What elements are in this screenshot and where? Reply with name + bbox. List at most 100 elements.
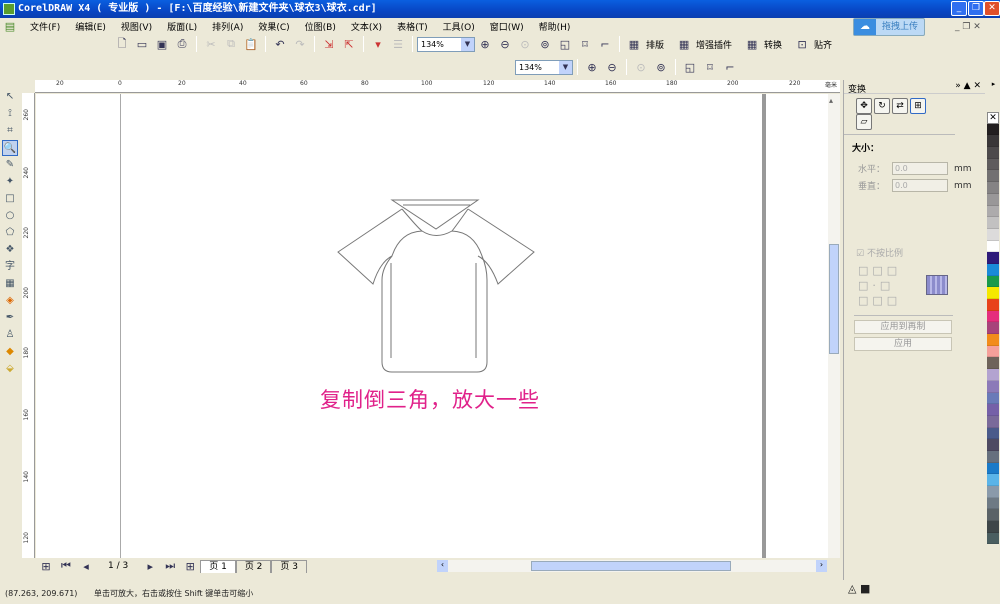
color-swatch[interactable] — [987, 533, 999, 545]
zoom-width-icon[interactable]: ⌑ — [577, 36, 593, 52]
rectangle-tool-icon[interactable]: □ — [2, 191, 18, 207]
color-swatch[interactable] — [987, 486, 999, 498]
prev-page-icon[interactable]: ◂ — [78, 558, 94, 574]
color-swatch[interactable] — [987, 299, 999, 311]
polygon-tool-icon[interactable]: ⬠ — [2, 225, 18, 241]
color-swatch[interactable] — [987, 346, 999, 358]
zoom-page-icon[interactable]: ◱ — [557, 36, 573, 52]
plugin-typeset[interactable]: 排版 — [646, 38, 664, 51]
vertical-field[interactable]: 0.0 — [892, 179, 948, 192]
table-tool-icon[interactable]: ▦ — [2, 276, 18, 292]
palette-scroll-icon[interactable]: ▸ — [987, 80, 1000, 90]
last-page-icon[interactable]: ⏭ — [162, 558, 178, 574]
zoom-all-icon[interactable]: ⊚ — [653, 59, 669, 75]
no-color-swatch[interactable]: ✕ — [987, 112, 999, 124]
scale-mirror-icon[interactable]: ⇄ — [892, 98, 908, 114]
menu-arrange[interactable]: 排列(A) — [212, 20, 243, 33]
open-icon[interactable]: ▭ — [134, 36, 150, 52]
plugin-snap[interactable]: 贴齐 — [814, 38, 832, 51]
color-swatch[interactable] — [987, 334, 999, 346]
color-swatch[interactable] — [987, 276, 999, 288]
color-swatch[interactable] — [987, 404, 999, 416]
add-page-icon[interactable]: ⊞ — [38, 558, 54, 574]
maximize-button[interactable]: ❐ — [968, 1, 984, 16]
color-swatch[interactable] — [987, 264, 999, 276]
copy-icon[interactable]: ⧉ — [223, 36, 239, 52]
color-swatch[interactable] — [987, 369, 999, 381]
minimize-button[interactable]: _ — [951, 1, 967, 16]
color-swatch[interactable] — [987, 147, 999, 159]
menu-bitmaps[interactable]: 位图(B) — [305, 20, 336, 33]
menu-table[interactable]: 表格(T) — [397, 20, 428, 33]
color-swatch[interactable] — [987, 217, 999, 229]
color-swatch[interactable] — [987, 311, 999, 323]
zoom-select-2[interactable]: 134%▼ — [515, 60, 573, 75]
menu-effects[interactable]: 效果(C) — [258, 20, 289, 33]
apply-to-duplicate-button[interactable]: 应用到再制 — [854, 320, 952, 334]
menu-text[interactable]: 文本(X) — [351, 20, 382, 33]
menu-window[interactable]: 窗口(W) — [490, 20, 524, 33]
skew-icon[interactable]: ▱ — [856, 114, 872, 130]
ellipse-tool-icon[interactable]: ○ — [2, 208, 18, 224]
upload-button[interactable]: ☁拖拽上传 — [853, 18, 925, 36]
color-swatch[interactable] — [987, 463, 999, 475]
zoom-out-icon[interactable]: ⊖ — [497, 36, 513, 52]
outline-pen-icon[interactable]: ♙ — [2, 327, 18, 343]
close-button[interactable]: ✕ — [984, 1, 1000, 16]
scroll-thumb[interactable] — [829, 244, 839, 354]
menu-file[interactable]: 文件(F) — [30, 20, 60, 33]
color-swatch[interactable] — [987, 428, 999, 440]
zoom-width-icon[interactable]: ⌑ — [702, 59, 718, 75]
new-icon[interactable]: 🗋 — [114, 36, 130, 52]
scroll-right-icon[interactable]: › — [816, 560, 827, 572]
paste-icon[interactable]: 📋 — [243, 36, 259, 52]
zoom-tool-icon[interactable]: 🔍 — [2, 140, 18, 156]
text-tool-icon[interactable]: 字 — [2, 259, 18, 275]
vertical-scrollbar[interactable]: ▴ — [828, 94, 840, 558]
doc-window-controls[interactable]: _ ❐ ✕ — [955, 22, 981, 32]
menu-edit[interactable]: 编辑(E) — [75, 20, 106, 33]
color-swatch[interactable] — [987, 509, 999, 521]
print-icon[interactable]: ⎙ — [174, 36, 190, 52]
fill-tool-icon[interactable]: ◆ — [2, 344, 18, 360]
color-swatch[interactable] — [987, 182, 999, 194]
zoom-in-icon[interactable]: ⊕ — [477, 36, 493, 52]
color-swatch[interactable] — [987, 159, 999, 171]
color-swatch[interactable] — [987, 439, 999, 451]
import-icon[interactable]: ⇲ — [321, 36, 337, 52]
anchor-grid[interactable]: □□□□·□□□□ — [858, 263, 985, 311]
zoom-all-icon[interactable]: ⊚ — [537, 36, 553, 52]
zoom-page-icon[interactable]: ◱ — [682, 59, 698, 75]
rotate-icon[interactable]: ↻ — [874, 98, 890, 114]
docker-controls[interactable]: » ▲ ✕ — [955, 81, 981, 91]
drawing-canvas[interactable]: 复制倒三角，放大一些 — [36, 94, 828, 558]
color-swatch[interactable] — [987, 252, 999, 264]
size-icon[interactable]: ⊞ — [910, 98, 926, 114]
scroll-thumb-h[interactable] — [531, 561, 731, 571]
interactive-fill-icon[interactable]: ⬙ — [2, 361, 18, 377]
app-launcher-icon[interactable]: ▾ — [370, 36, 386, 52]
color-swatch[interactable] — [987, 135, 999, 147]
freehand-tool-icon[interactable]: ✎ — [2, 157, 18, 173]
color-swatch[interactable] — [987, 229, 999, 241]
smart-fill-icon[interactable]: ✦ — [2, 174, 18, 190]
color-swatch[interactable] — [987, 521, 999, 533]
color-swatch[interactable] — [987, 474, 999, 486]
color-swatch[interactable] — [987, 357, 999, 369]
first-page-icon[interactable]: ⏮ — [58, 558, 74, 574]
color-swatch[interactable] — [987, 287, 999, 299]
color-swatch[interactable] — [987, 124, 999, 136]
export-icon[interactable]: ⇱ — [341, 36, 357, 52]
zoom-height-icon[interactable]: ⌐ — [597, 36, 613, 52]
vertical-ruler[interactable]: 260 240 220 200 180 160 140 120 — [22, 93, 35, 558]
zoom-selected-icon[interactable]: ⊙ — [633, 59, 649, 75]
menu-tools[interactable]: 工具(O) — [443, 20, 475, 33]
color-swatch[interactable] — [987, 194, 999, 206]
page-tab-3[interactable]: 页 3 — [271, 560, 307, 573]
basic-shapes-icon[interactable]: ❖ — [2, 242, 18, 258]
interactive-blend-icon[interactable]: ◈ — [2, 293, 18, 309]
zoom-select[interactable]: 134%▼ — [417, 37, 475, 52]
horizontal-field[interactable]: 0.0 — [892, 162, 948, 175]
scroll-left-icon[interactable]: ‹ — [437, 560, 448, 572]
color-swatch[interactable] — [987, 170, 999, 182]
